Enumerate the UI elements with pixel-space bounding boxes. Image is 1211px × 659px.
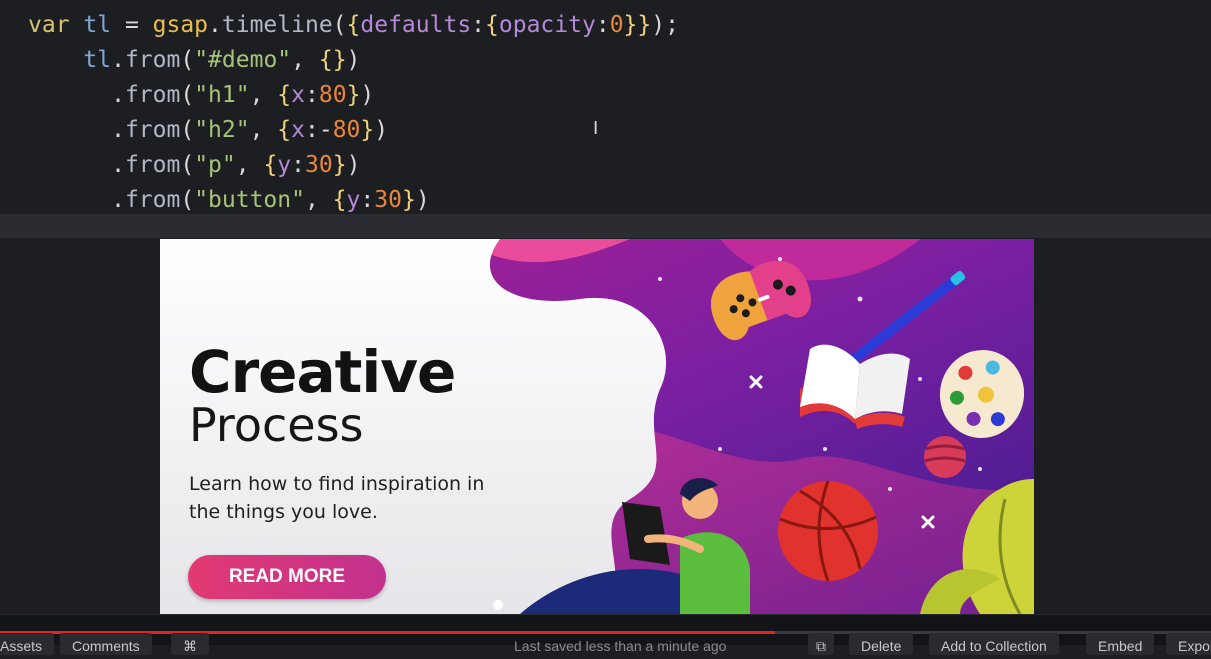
code-token: from (124, 187, 181, 213)
code-token: tl (83, 12, 112, 38)
code-token: }} (623, 12, 652, 38)
assets-button[interactable]: Assets (0, 633, 55, 655)
code-token: { (485, 12, 499, 38)
code-token: { (277, 82, 292, 108)
add-to-collection-button[interactable]: Add to Collection (929, 633, 1059, 655)
code-token: : (305, 82, 319, 108)
code-token: ( (180, 152, 195, 178)
code-token: ( (180, 187, 195, 213)
code-token: defaults (360, 12, 472, 38)
code-token: x (291, 117, 305, 143)
code-token: : (360, 187, 375, 213)
code-token: } (360, 117, 375, 143)
code-token: ) (346, 47, 361, 73)
code-token: : (291, 152, 306, 178)
code-token: x (291, 82, 305, 108)
export-button[interactable]: Export (1166, 633, 1211, 655)
subheadline: Process (189, 398, 364, 452)
code-line[interactable]: .from("p", {y:30}) (28, 148, 679, 183)
code-token: , (249, 82, 278, 108)
code-token: {} (318, 47, 347, 73)
code-token: :- (305, 117, 333, 143)
code-token: ( (180, 117, 195, 143)
code-line[interactable]: var tl = gsap.timeline({defaults:{opacit… (28, 8, 679, 43)
code-token: } (401, 187, 416, 213)
comments-button[interactable]: Comments (60, 633, 152, 655)
text-cursor-icon: I (593, 118, 599, 139)
code-token: 80 (332, 117, 361, 143)
code-token: timeline (221, 12, 333, 38)
code-token: = (111, 12, 153, 38)
delete-button[interactable]: Delete (849, 633, 914, 655)
code-line[interactable]: .from("h2", {x:-80}) (28, 113, 679, 148)
code-line[interactable]: .from("h1", {x:80}) (28, 78, 679, 113)
code-token: . (28, 82, 125, 108)
code-token: , (304, 187, 333, 213)
read-more-button[interactable]: READ MORE (188, 555, 386, 599)
preview-pane: Creative Process Learn how to find inspi… (0, 239, 1211, 614)
code-token: { (332, 187, 347, 213)
code-token: . (208, 12, 222, 38)
code-token: "p" (194, 152, 236, 178)
code-token: ); (651, 12, 679, 38)
code-token: from (124, 47, 181, 73)
code-token: ( (332, 12, 347, 38)
code-token: 0 (609, 12, 624, 38)
code-token: from (124, 117, 181, 143)
code-token: y (277, 152, 292, 178)
description-text: Learn how to find inspiration in the thi… (189, 473, 485, 523)
code-token: 30 (374, 187, 402, 213)
embed-button[interactable]: Embed (1086, 633, 1155, 655)
code-token: ) (360, 82, 375, 108)
demo-banner: Creative Process Learn how to find inspi… (160, 239, 1034, 614)
code-token: } (346, 82, 361, 108)
code-token: var (28, 12, 84, 38)
code-token: 80 (318, 82, 347, 108)
code-token: ) (415, 187, 430, 213)
code-token: . (28, 187, 125, 213)
code-token: . (28, 117, 125, 143)
code-token: 30 (305, 152, 333, 178)
code-editor[interactable]: var tl = gsap.timeline({defaults:{opacit… (0, 0, 1211, 238)
code-token: { (346, 12, 361, 38)
code-token: ( (180, 47, 195, 73)
bottom-toolbar: Assets Comments ⌘ Last saved less than a… (0, 614, 1211, 655)
code-token: tl (83, 47, 112, 73)
code-token: ( (180, 82, 195, 108)
code-token: gsap (152, 12, 209, 38)
code-token: : (595, 12, 610, 38)
code-line[interactable]: .from("button", {y:30}) (28, 183, 679, 218)
last-saved-status: Last saved less than a minute ago (514, 638, 727, 654)
planet-icon (924, 436, 966, 478)
code-token: { (277, 117, 292, 143)
keyboard-shortcuts-button[interactable]: ⌘ (171, 633, 209, 655)
code-line[interactable]: tl.from("#demo", {}) (28, 43, 679, 78)
code-token: ) (346, 152, 361, 178)
headline: Creative (189, 338, 456, 406)
code-token: . (111, 47, 125, 73)
code-token: y (346, 187, 361, 213)
code-token: : (471, 12, 486, 38)
code-token: { (263, 152, 278, 178)
code-token: "h1" (194, 82, 250, 108)
code-token: } (332, 152, 347, 178)
code-token: . (28, 152, 125, 178)
code-token: , (291, 47, 319, 73)
code-text[interactable]: var tl = gsap.timeline({defaults:{opacit… (28, 8, 679, 218)
basketball-icon (778, 480, 878, 582)
code-token: "#demo" (194, 47, 292, 73)
code-token: "button" (194, 187, 305, 213)
code-token: ) (374, 117, 389, 143)
code-token: from (124, 82, 181, 108)
open-in-new-window-icon[interactable]: ⧉ (808, 633, 834, 655)
code-token: opacity (498, 12, 596, 38)
code-token: , (249, 117, 278, 143)
code-token: "h2" (194, 117, 250, 143)
code-token: from (124, 152, 181, 178)
code-token: , (235, 152, 264, 178)
